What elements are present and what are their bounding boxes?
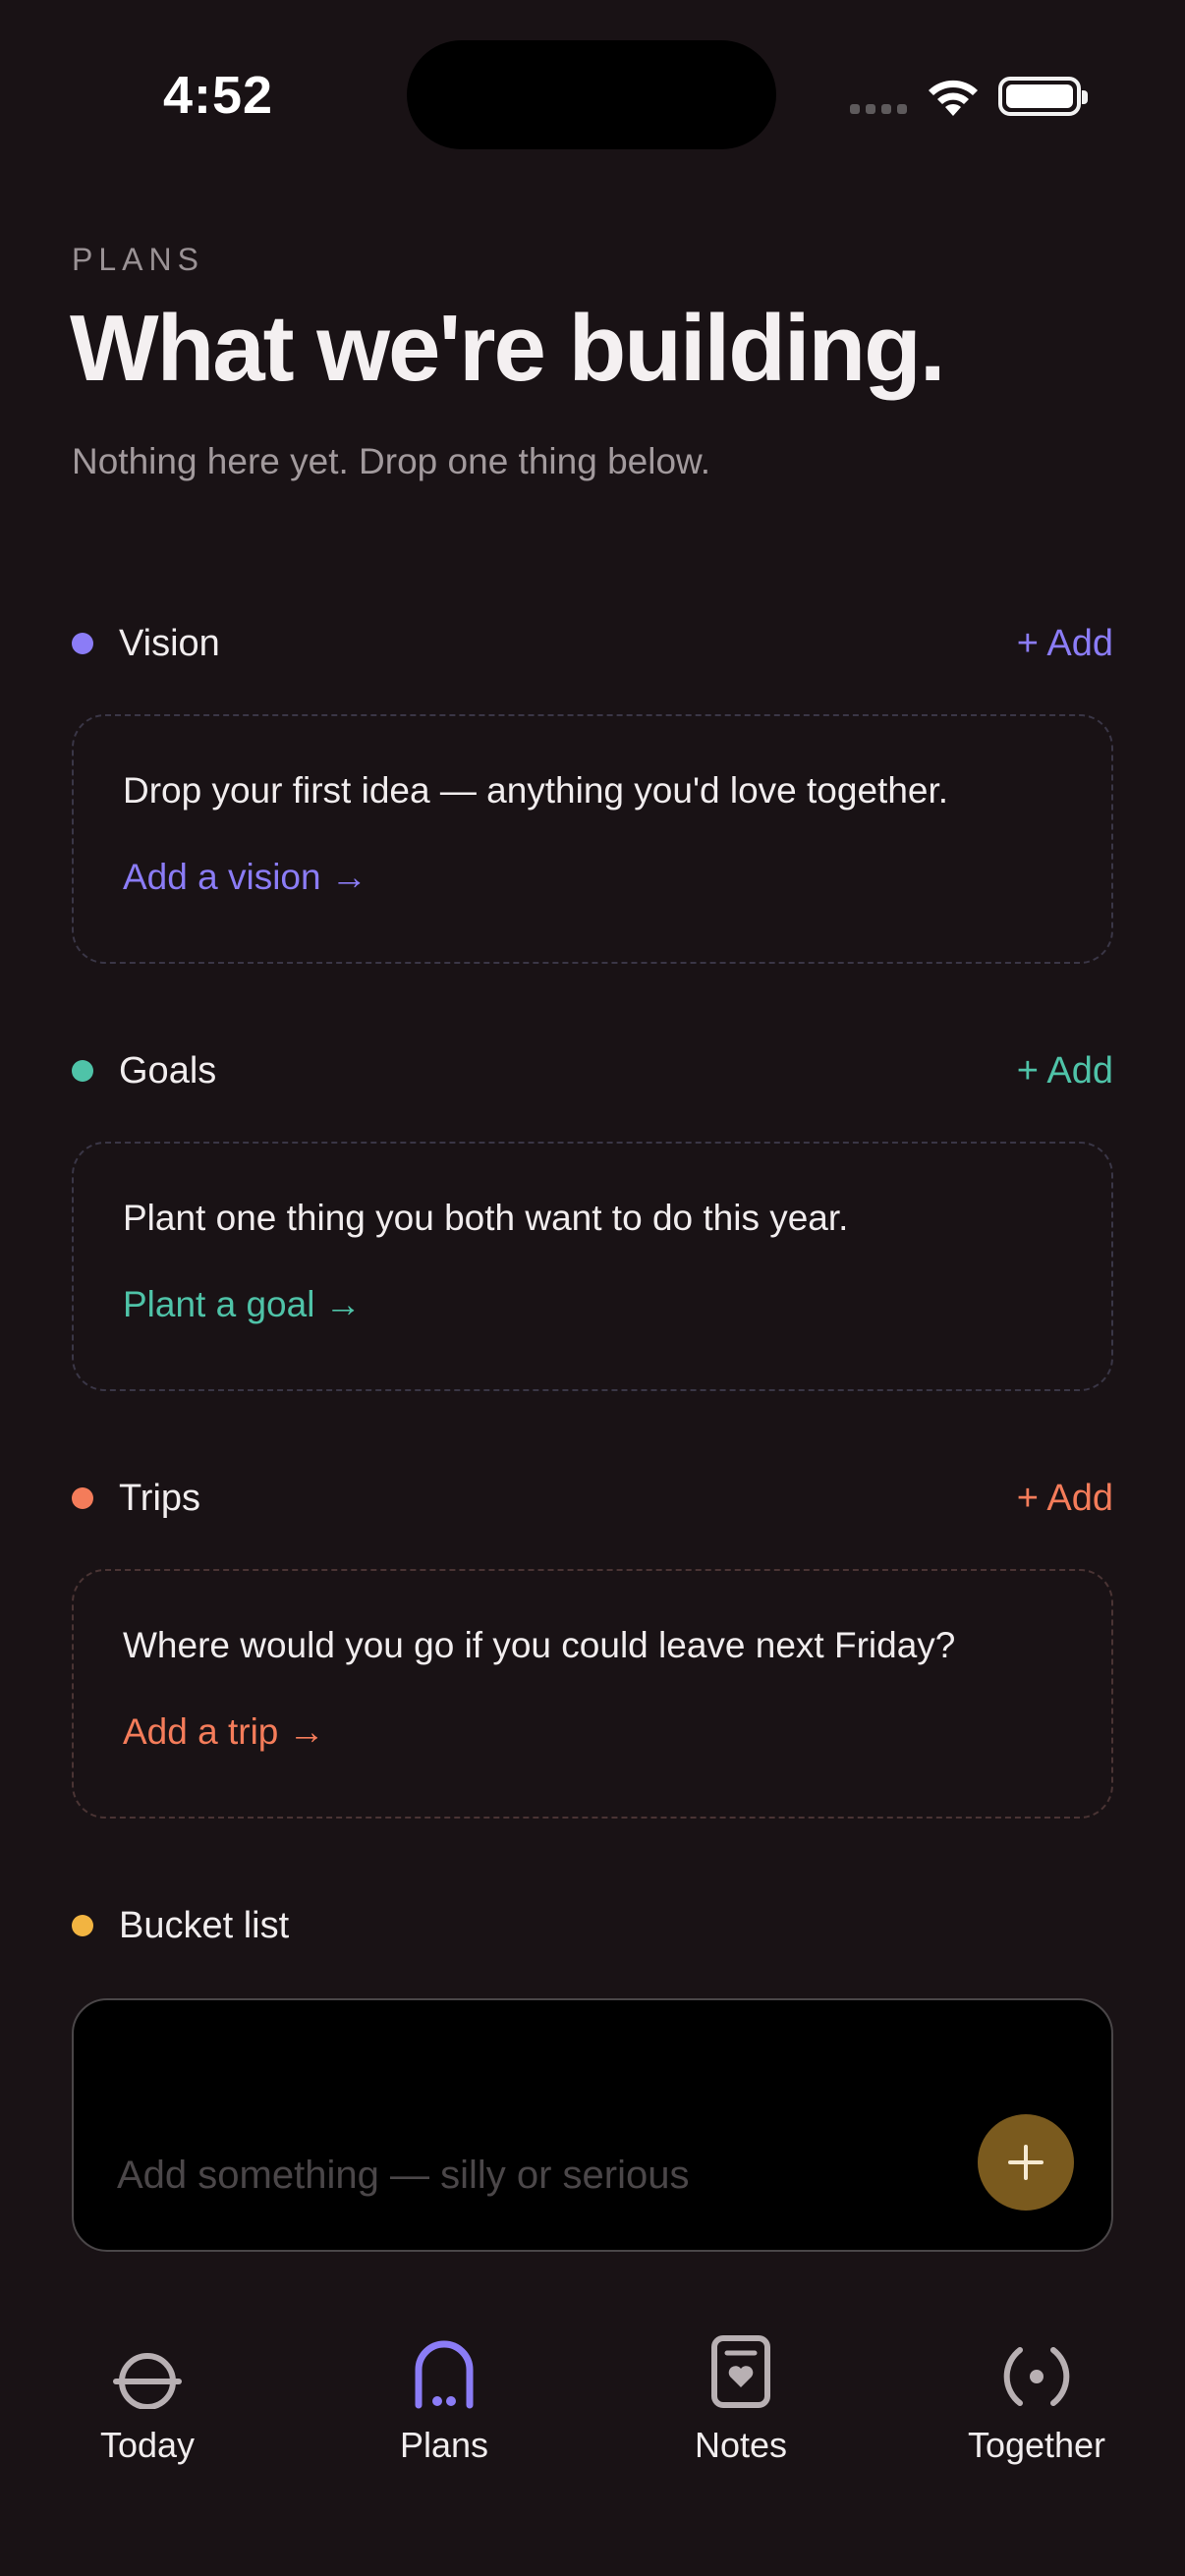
trips-empty-card: Where would you go if you could leave ne… bbox=[72, 1569, 1113, 1819]
plans-icon bbox=[415, 2340, 474, 2409]
tab-label: Plans bbox=[399, 2425, 489, 2465]
tab-together[interactable]: Together bbox=[938, 2319, 1135, 2466]
add-trip-button[interactable]: + Add bbox=[1017, 1478, 1113, 1520]
add-trip-link[interactable]: Add a trip → bbox=[123, 1711, 325, 1753]
add-vision-link[interactable]: Add a vision → bbox=[123, 857, 367, 898]
tab-bar: Today Plans Notes Together bbox=[0, 2319, 1185, 2515]
plant-goal-link[interactable]: Plant a goal → bbox=[123, 1284, 362, 1325]
page-title: What we're building. bbox=[70, 296, 945, 401]
section-title-vision: Vision bbox=[119, 622, 220, 664]
add-goal-button[interactable]: + Add bbox=[1017, 1050, 1113, 1092]
bucket-list-input[interactable] bbox=[117, 2146, 982, 2205]
section-header-vision: Vision + Add bbox=[72, 619, 1113, 668]
section-title-bucket-list: Bucket list bbox=[119, 1904, 290, 1946]
cellular-signal-icon bbox=[850, 104, 907, 114]
status-time: 4:52 bbox=[163, 66, 274, 125]
wifi-icon bbox=[929, 80, 978, 116]
section-title-trips: Trips bbox=[119, 1477, 201, 1519]
add-bucket-item-button[interactable] bbox=[978, 2114, 1074, 2211]
section-header-bucket-list: Bucket list bbox=[72, 1901, 1113, 1950]
trips-prompt: Where would you go if you could leave ne… bbox=[123, 1625, 956, 1665]
tab-label: Notes bbox=[694, 2425, 788, 2465]
tab-plans[interactable]: Plans bbox=[346, 2319, 542, 2466]
vision-dot-icon bbox=[72, 633, 93, 654]
tab-label: Together bbox=[967, 2425, 1106, 2465]
battery-icon bbox=[998, 77, 1088, 116]
goals-empty-card: Plant one thing you both want to do this… bbox=[72, 1142, 1113, 1391]
dynamic-island bbox=[407, 40, 776, 149]
notes-icon bbox=[711, 2335, 770, 2408]
bucket-list-input-card bbox=[72, 1998, 1113, 2252]
plus-icon bbox=[1008, 2145, 1044, 2180]
page-eyebrow: PLANS bbox=[72, 242, 204, 277]
tab-notes[interactable]: Notes bbox=[643, 2319, 839, 2466]
section-header-trips: Trips + Add bbox=[72, 1474, 1113, 1523]
add-vision-button[interactable]: + Add bbox=[1017, 623, 1113, 665]
section-header-goals: Goals + Add bbox=[72, 1046, 1113, 1095]
section-title-goals: Goals bbox=[119, 1049, 217, 1092]
together-icon bbox=[1003, 2347, 1070, 2406]
bucket-list-dot-icon bbox=[72, 1915, 93, 1936]
tab-label: Today bbox=[99, 2425, 196, 2465]
page-subtitle: Nothing here yet. Drop one thing below. bbox=[72, 441, 710, 481]
vision-empty-card: Drop your first idea — anything you'd lo… bbox=[72, 714, 1113, 964]
trips-dot-icon bbox=[72, 1487, 93, 1509]
today-icon bbox=[113, 2353, 182, 2409]
plans-screen: 4:52 PLANS What we're building. Nothing … bbox=[0, 0, 1185, 2576]
goals-dot-icon bbox=[72, 1060, 93, 1082]
tab-today[interactable]: Today bbox=[49, 2319, 246, 2466]
vision-prompt: Drop your first idea — anything you'd lo… bbox=[123, 770, 949, 811]
goals-prompt: Plant one thing you both want to do this… bbox=[123, 1198, 849, 1238]
